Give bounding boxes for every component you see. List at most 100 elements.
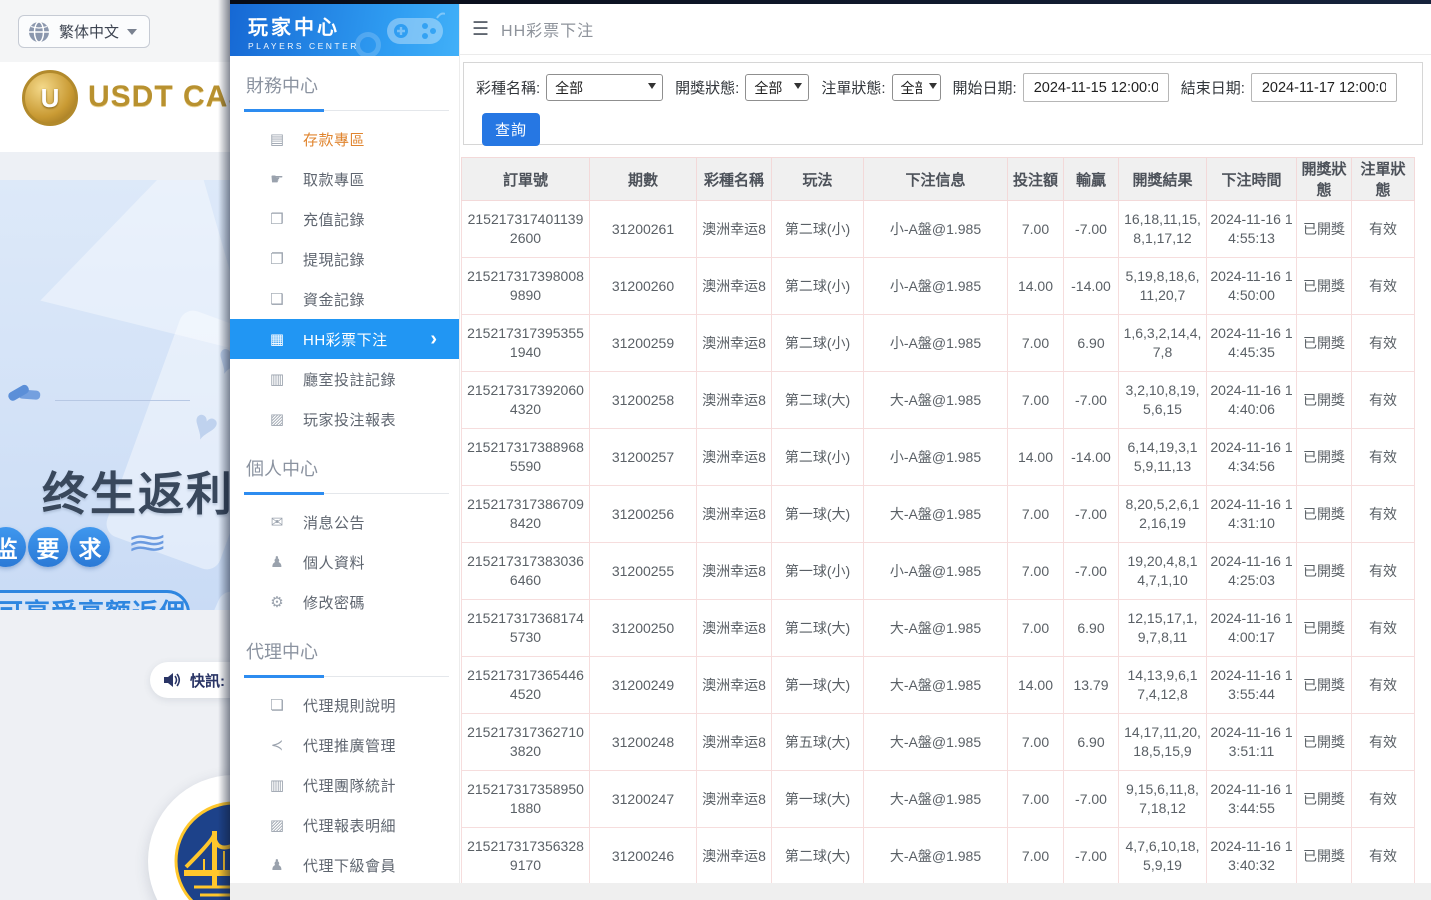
report-chart-icon: ▨ [268,410,286,428]
table-cell: 第一球(大) [772,486,864,543]
sidebar-item-label: 取款專區 [303,169,365,190]
table-header-cell: 投注額 [1008,158,1064,201]
table-cell: 4,7,6,10,18,5,9,19 [1119,828,1207,885]
table-header-cell: 輸贏 [1064,158,1119,201]
sidebar-item-hall-bet-records[interactable]: ▥廳室投註記錄 [230,359,459,399]
divider-line [55,400,190,401]
sidebar-item-label: 消息公告 [303,512,365,533]
table-cell: 小-A盤@1.985 [864,201,1008,258]
table-cell: 6.90 [1064,315,1119,372]
order-status-select-wrap: 全部 [892,74,941,101]
table-cell: 大-A盤@1.985 [864,771,1008,828]
table-cell: 2024-11-16 13:40:32 [1207,828,1297,885]
share-icon: ≺ [268,736,286,754]
table-cell: -14.00 [1064,429,1119,486]
table-cell: 31200246 [590,828,697,885]
sidebar-item-agent-report-detail[interactable]: ▨代理報表明細 [230,805,459,845]
sidebar-item-label: 廳室投註記錄 [303,369,396,390]
table-cell: 第二球(大) [772,828,864,885]
draw-status-label: 開獎狀態: [675,77,739,98]
table-header-cell: 玩法 [772,158,864,201]
promo-badge: 监 [0,527,26,567]
table-cell: 7.00 [1008,201,1064,258]
table-cell: 大-A盤@1.985 [864,714,1008,771]
table-cell: 大-A盤@1.985 [864,372,1008,429]
table-cell: 31200257 [590,429,697,486]
sidebar-item-profile[interactable]: ♟個人資料 [230,542,459,582]
table-cell: 有效 [1352,543,1415,600]
language-selector[interactable]: 繁体中文 [18,15,150,48]
document-icon: ❏ [268,696,286,714]
lottery-name-label: 彩種名稱: [476,77,540,98]
lottery-name-select[interactable]: 全部 [546,74,663,101]
table-cell: 2024-11-16 14:00:17 [1207,600,1297,657]
sidebar-item-player-bet-report[interactable]: ▨玩家投注報表 [230,399,459,439]
table-row: 215217317386709842031200256澳洲幸运8第一球(大)大-… [462,486,1415,543]
table-cell: 大-A盤@1.985 [864,600,1008,657]
sidebar-section-label: 財務中心 [246,72,449,111]
table-cell: 第一球(小) [772,543,864,600]
table-cell: 7.00 [1008,315,1064,372]
sidebar-item-label: 修改密碼 [303,592,365,613]
order-status-select[interactable]: 全部 [892,74,941,101]
handshake-icon [6,380,44,409]
table-cell: 澳洲幸运8 [697,714,772,771]
sidebar-item-announcements[interactable]: ✉消息公告 [230,502,459,542]
table-cell: 小-A盤@1.985 [864,258,1008,315]
table-cell: 9,15,6,11,8,7,18,12 [1119,771,1207,828]
table-cell: -7.00 [1064,543,1119,600]
table-cell: 7.00 [1008,543,1064,600]
table-row: 215217317368174573031200250澳洲幸运8第二球(大)大-… [462,600,1415,657]
order-status-label: 注單狀態: [821,77,885,98]
table-cell: 已開獎 [1297,828,1352,885]
table-cell: 第五球(大) [772,714,864,771]
sidebar-item-agent-rules[interactable]: ❏代理規則說明 [230,685,459,725]
table-row: 215217317398008989031200260澳洲幸运8第二球(小)小-… [462,258,1415,315]
table-cell: 已開獎 [1297,372,1352,429]
sidebar-item-agent-team-stats[interactable]: ▥代理團隊統計 [230,765,459,805]
end-date-input[interactable] [1251,73,1397,102]
table-header-cell: 開獎狀態 [1297,158,1352,201]
chevron-down-icon [127,29,137,35]
sidebar-item-agent-sub-members[interactable]: ♟代理下級會員 [230,845,459,883]
sidebar-item-recharge-records[interactable]: ❒充值記錄 [230,199,459,239]
table-cell: 2024-11-16 13:55:44 [1207,657,1297,714]
end-date-label: 結束日期: [1181,77,1245,98]
table-cell: 2024-11-16 13:51:11 [1207,714,1297,771]
draw-status-select[interactable]: 全部 [745,74,809,101]
sidebar-item-withdraw[interactable]: ☛取款專區 [230,159,459,199]
table-cell: 小-A盤@1.985 [864,543,1008,600]
bubble-decor [355,32,381,56]
sidebar-item-change-password[interactable]: ⚙修改密碼 [230,582,459,622]
table-cell: 澳洲幸运8 [697,372,772,429]
table-cell: 已開獎 [1297,543,1352,600]
sidebar-item-agent-promotion[interactable]: ≺代理推廣管理 [230,725,459,765]
table-cell: 大-A盤@1.985 [864,828,1008,885]
sidebar-item-deposit[interactable]: ▤存款專區 [230,119,459,159]
table-cell: 有效 [1352,714,1415,771]
players-center-overlay: 玩家中心 PLAYERS CENTER 財務中心▤存款專區☛取款專區❒充值記錄❐… [230,0,1431,900]
table-row: 215217317392060432031200258澳洲幸运8第二球(大)大-… [462,372,1415,429]
table-row: 215217317358950188031200247澳洲幸运8第一球(大)大-… [462,771,1415,828]
table-cell: 已開獎 [1297,258,1352,315]
page-title: HH彩票下注 [501,17,594,41]
table-cell: 19,20,4,8,14,7,1,10 [1119,543,1207,600]
lottery-name-select-wrap: 全部 [546,74,663,101]
start-date-input[interactable] [1023,73,1169,102]
table-cell: 有效 [1352,201,1415,258]
table-row: 215217317362710382031200248澳洲幸运8第五球(大)大-… [462,714,1415,771]
hamburger-icon[interactable]: ☰ [472,18,489,41]
table-header-cell: 注單狀態 [1352,158,1415,201]
sidebar-item-withdraw-records[interactable]: ❐提現記錄 [230,239,459,279]
table-cell: 第二球(大) [772,372,864,429]
sidebar-item-funds-records[interactable]: ❑資金記錄 [230,279,459,319]
sidebar-item-hh-lottery-bets[interactable]: ▦HH彩票下注› [230,319,459,359]
search-button[interactable]: 查詢 [482,113,540,146]
table-cell: 澳洲幸运8 [697,315,772,372]
report-detail-icon: ▨ [268,816,286,834]
sidebar-section-label: 代理中心 [246,638,449,677]
table-cell: 31200259 [590,315,697,372]
users-icon: ♟ [268,856,286,874]
table-cell: 澳洲幸运8 [697,429,772,486]
table-row: 215217317365446452031200249澳洲幸运8第一球(大)大-… [462,657,1415,714]
